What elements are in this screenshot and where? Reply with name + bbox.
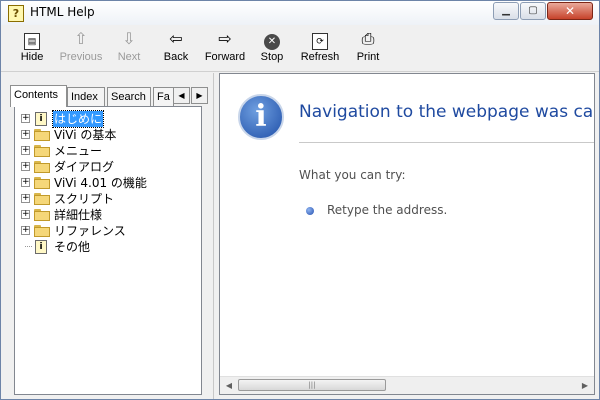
tab-contents[interactable]: Contents bbox=[10, 85, 67, 107]
previous-button[interactable]: ⇧ Previous bbox=[57, 29, 105, 63]
tab-favorites[interactable]: Fa bbox=[153, 87, 174, 106]
print-label: Print bbox=[356, 51, 380, 63]
folder-icon bbox=[34, 225, 51, 238]
scroll-thumb[interactable]: ||| bbox=[238, 379, 386, 391]
hide-button[interactable]: ▤ Hide bbox=[15, 29, 49, 63]
tab-scroll-arrows: ◀ ▶ bbox=[173, 87, 209, 104]
navigation-pane: Contents Index Search Fa ◀ ▶ + i はじめに + ViVi… bbox=[1, 73, 214, 399]
tree-item-label: その他 bbox=[54, 240, 91, 254]
tree-item-label: ViVi 4.01 の機能 bbox=[54, 176, 147, 190]
tree-item[interactable]: + メニュー bbox=[21, 143, 199, 159]
folder-icon bbox=[34, 145, 51, 158]
tree-item[interactable]: + ダイアログ bbox=[21, 159, 199, 175]
help-app-icon: ? bbox=[8, 5, 24, 22]
content-pane: i Navigation to the webpage was can What… bbox=[219, 73, 595, 395]
minimize-button[interactable]: ▁ bbox=[493, 2, 519, 20]
expand-plus-icon[interactable]: + bbox=[21, 178, 30, 187]
tree-item[interactable]: + 詳細仕様 bbox=[21, 207, 199, 223]
tab-search[interactable]: Search bbox=[107, 87, 151, 106]
refresh-icon: ⟳ bbox=[299, 29, 341, 51]
printer-icon: ⎙ bbox=[361, 31, 375, 48]
folder-icon bbox=[34, 209, 51, 222]
bullet-icon bbox=[306, 207, 314, 215]
page-icon: i bbox=[35, 240, 47, 254]
toolbar: ▤ Hide ⇧ Previous ⇩ Next ⇦ Back ⇨ Forwar… bbox=[1, 27, 599, 72]
suggestion-heading: What you can try: bbox=[299, 168, 406, 182]
window-title: HTML Help bbox=[30, 5, 95, 19]
next-label: Next bbox=[117, 51, 141, 63]
horizontal-scrollbar[interactable]: ◀ ||| ▶ bbox=[220, 376, 594, 394]
tab-scroll-left-icon[interactable]: ◀ bbox=[173, 87, 190, 104]
tree-item[interactable]: + リファレンス bbox=[21, 223, 199, 239]
folder-icon bbox=[34, 129, 51, 142]
arrow-left-icon: ⇦ bbox=[169, 31, 183, 48]
forward-button[interactable]: ⇨ Forward bbox=[203, 29, 247, 63]
folder-icon bbox=[34, 193, 51, 206]
contents-tree: + i はじめに + ViVi の基本 + メニュー + ダイアログ + ViVi 4.01 の機能… bbox=[14, 106, 202, 395]
back-button[interactable]: ⇦ Back bbox=[159, 29, 193, 63]
expand-plus-icon[interactable]: + bbox=[21, 162, 30, 171]
expand-plus-icon[interactable]: + bbox=[21, 130, 30, 139]
tree-item-label: 詳細仕様 bbox=[54, 208, 103, 222]
stop-label: Stop bbox=[260, 51, 284, 63]
nav-tabs: Contents Index Search Fa ◀ ▶ bbox=[10, 85, 210, 107]
tree-item-label: ViVi の基本 bbox=[54, 128, 117, 142]
tree-item[interactable]: + スクリプト bbox=[21, 191, 199, 207]
tab-scroll-right-icon[interactable]: ▶ bbox=[191, 87, 208, 104]
hide-pane-icon: ▤ bbox=[15, 29, 49, 51]
print-button[interactable]: ⎙ Print bbox=[353, 29, 383, 63]
tree-item-label: リファレンス bbox=[54, 224, 126, 238]
page-icon: i bbox=[35, 112, 47, 126]
tree-connector bbox=[25, 246, 32, 247]
tree-item-label: メニュー bbox=[54, 144, 103, 158]
hide-label: Hide bbox=[20, 51, 44, 63]
expand-plus-icon[interactable]: + bbox=[21, 194, 30, 203]
scroll-left-icon[interactable]: ◀ bbox=[222, 379, 236, 392]
back-label: Back bbox=[163, 51, 189, 63]
stop-icon: ✕ bbox=[257, 29, 287, 51]
tree-item-label: スクリプト bbox=[54, 192, 115, 206]
tree-item[interactable]: + ViVi 4.01 の機能 bbox=[21, 175, 199, 191]
tree-item[interactable]: + i はじめに bbox=[21, 110, 199, 128]
tree-item-label: ダイアログ bbox=[54, 160, 115, 174]
folder-icon bbox=[34, 161, 51, 174]
refresh-button[interactable]: ⟳ Refresh bbox=[299, 29, 341, 63]
expand-plus-icon[interactable]: + bbox=[21, 114, 30, 123]
retype-address-suggestion: Retype the address. bbox=[327, 203, 448, 217]
html-help-window: ? HTML Help ▁ ▢ ✕ ▤ Hide ⇧ Previous ⇩ Ne… bbox=[0, 0, 600, 400]
next-button[interactable]: ⇩ Next bbox=[113, 29, 145, 63]
info-icon: i bbox=[238, 94, 284, 140]
tree-item[interactable]: i その他 bbox=[21, 239, 199, 255]
close-button[interactable]: ✕ bbox=[547, 2, 593, 20]
arrow-up-icon: ⇧ bbox=[74, 31, 88, 48]
arrow-right-icon: ⇨ bbox=[218, 31, 232, 48]
tree-item[interactable]: + ViVi の基本 bbox=[21, 127, 199, 143]
previous-label: Previous bbox=[59, 51, 103, 63]
refresh-label: Refresh bbox=[300, 51, 340, 63]
tree-item-label: はじめに bbox=[51, 110, 105, 128]
stop-button[interactable]: ✕ Stop bbox=[257, 29, 287, 63]
expand-plus-icon[interactable]: + bbox=[21, 226, 30, 235]
error-heading: Navigation to the webpage was can bbox=[299, 102, 595, 122]
expand-plus-icon[interactable]: + bbox=[21, 210, 30, 219]
maximize-button[interactable]: ▢ bbox=[520, 2, 546, 20]
folder-icon bbox=[34, 177, 51, 190]
title-bar[interactable]: ? HTML Help ▁ ▢ ✕ bbox=[1, 1, 599, 25]
forward-label: Forward bbox=[204, 51, 246, 63]
tab-index[interactable]: Index bbox=[67, 87, 105, 106]
arrow-down-icon: ⇩ bbox=[122, 31, 136, 48]
divider bbox=[299, 142, 594, 143]
expand-plus-icon[interactable]: + bbox=[21, 146, 30, 155]
scroll-right-icon[interactable]: ▶ bbox=[578, 379, 592, 392]
